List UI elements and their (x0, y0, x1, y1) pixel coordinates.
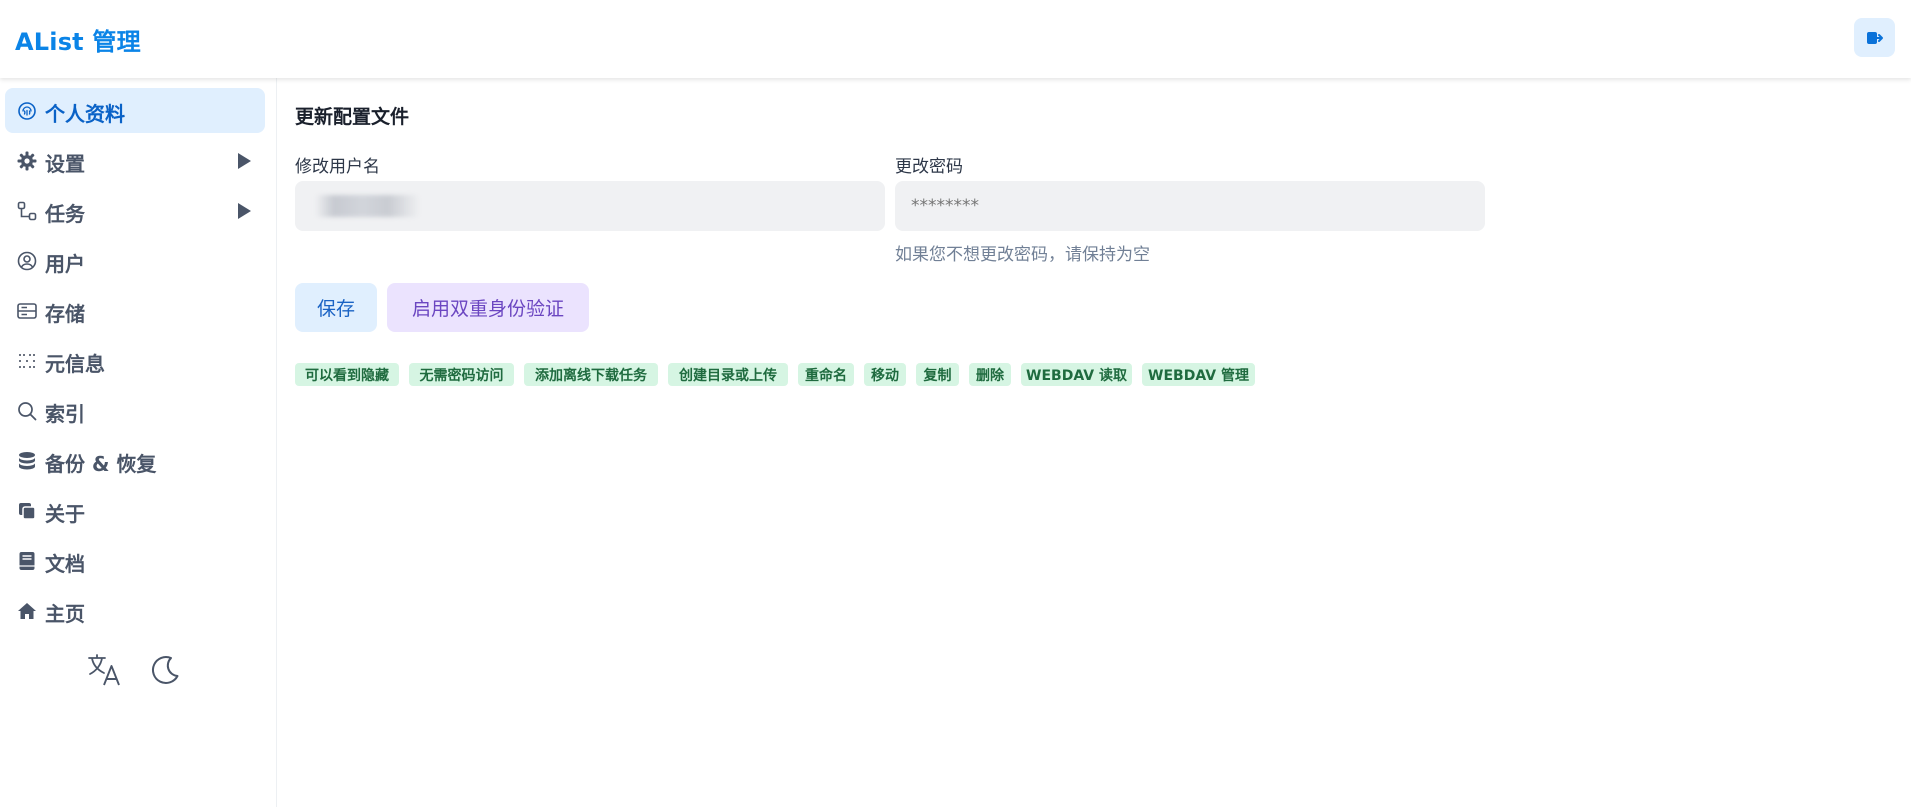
gear-icon (16, 150, 38, 172)
sidebar-item-index[interactable]: 索引 (5, 388, 265, 433)
redacted-username (315, 195, 420, 217)
database-icon (16, 450, 38, 472)
expand-arrow-icon (238, 203, 251, 219)
fingerprint-icon (16, 100, 38, 122)
permission-tag: 可以看到隐藏 (295, 363, 399, 386)
sidebar-item-tasks[interactable]: 任务 (5, 188, 265, 233)
storage-icon (16, 300, 38, 322)
top-header: AList 管理 (0, 0, 1911, 78)
permission-tag: 添加离线下载任务 (524, 363, 658, 386)
expand-arrow-icon (238, 153, 251, 169)
password-label: 更改密码 (895, 157, 963, 177)
permission-tag: 移动 (864, 363, 906, 386)
username-label: 修改用户名 (295, 157, 380, 177)
permission-tag: 删除 (969, 363, 1011, 386)
user-circle-icon (16, 250, 38, 272)
sidebar-item-docs[interactable]: 文档 (5, 538, 265, 583)
permission-tag: WEBDAV 管理 (1142, 363, 1255, 386)
sidebar-item-label: 主页 (45, 602, 85, 626)
sidebar-item-about[interactable]: 关于 (5, 488, 265, 533)
sidebar-item-label: 索引 (45, 402, 85, 426)
metadata-icon (16, 350, 38, 372)
sidebar-item-label: 用户 (45, 252, 85, 276)
permission-tag: 重命名 (798, 363, 854, 386)
sidebar-item-label: 存储 (45, 302, 85, 326)
home-icon (16, 600, 38, 622)
sidebar-item-metadata[interactable]: 元信息 (5, 338, 265, 383)
section-title: 更新配置文件 (295, 106, 410, 128)
search-icon (16, 400, 38, 422)
save-button[interactable]: 保存 (295, 283, 377, 332)
sidebar-item-settings[interactable]: 设置 (5, 138, 265, 183)
book-icon (16, 550, 38, 572)
sidebar-item-label: 设置 (45, 152, 85, 176)
enable-2fa-button[interactable]: 启用双重身份验证 (387, 283, 589, 332)
sidebar-item-label: 元信息 (45, 352, 105, 376)
logout-button[interactable] (1854, 18, 1895, 57)
sidebar-item-label: 备份 & 恢复 (45, 452, 157, 476)
sidebar-item-backup-restore[interactable]: 备份 & 恢复 (5, 438, 265, 483)
sidebar-item-home[interactable]: 主页 (5, 588, 265, 633)
sidebar-item-label: 任务 (45, 202, 85, 226)
username-input[interactable] (295, 181, 885, 231)
sidebar-item-label: 文档 (45, 552, 85, 576)
sidebar: 个人资料 设置 任务 用户 存储 元信息 索引 备份 & 恢复 关于 文档 主页 (0, 78, 277, 807)
password-input[interactable] (895, 181, 1485, 231)
permission-tag: 无需密码访问 (409, 363, 514, 386)
moon-icon[interactable] (145, 650, 185, 690)
permission-tag: 创建目录或上传 (668, 363, 788, 386)
app-title: AList 管理 (15, 28, 141, 56)
sidebar-item-profile[interactable]: 个人资料 (5, 88, 265, 133)
copy-icon (16, 500, 38, 522)
sidebar-item-users[interactable]: 用户 (5, 238, 265, 283)
permission-tag: WEBDAV 读取 (1021, 363, 1132, 386)
permission-tag: 复制 (916, 363, 959, 386)
logout-icon (1866, 31, 1883, 44)
password-helper-text: 如果您不想更改密码，请保持为空 (895, 245, 1150, 265)
sidebar-item-label: 关于 (45, 502, 85, 526)
translate-icon[interactable] (85, 650, 125, 690)
main-content: 更新配置文件 修改用户名 更改密码 如果您不想更改密码，请保持为空 保存 启用双… (278, 78, 1911, 807)
sidebar-item-storage[interactable]: 存储 (5, 288, 265, 333)
sidebar-item-label: 个人资料 (45, 102, 125, 126)
workflow-icon (16, 200, 38, 222)
